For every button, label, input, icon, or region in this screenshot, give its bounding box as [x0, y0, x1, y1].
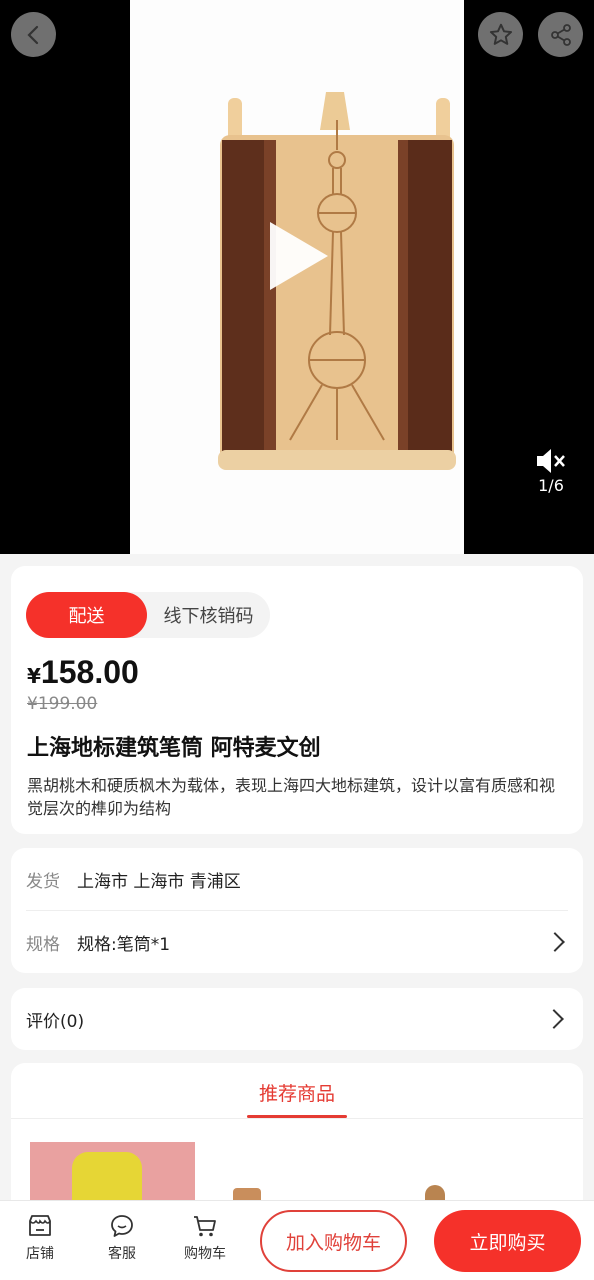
favorite-button[interactable] — [478, 12, 523, 57]
share-button[interactable] — [538, 12, 583, 57]
recommend-title[interactable]: 推荐商品 — [11, 1079, 583, 1106]
ship-value: 上海市 上海市 青浦区 — [77, 871, 241, 892]
info-card: 发货 上海市 上海市 青浦区 规格 规格:笔筒*1 — [11, 848, 583, 973]
tab-offline-code[interactable]: 线下核销码 — [147, 592, 270, 638]
spec-value: 规格:笔筒*1 — [77, 934, 171, 955]
cart-icon — [194, 1216, 216, 1237]
buy-now-button[interactable]: 立即购买 — [434, 1210, 581, 1272]
tab-delivery[interactable]: 配送 — [26, 592, 147, 638]
media-counter: 1/6 — [538, 476, 564, 495]
play-button[interactable] — [270, 222, 328, 290]
shop-label: 店铺 — [26, 1246, 54, 1262]
reviews-label: 评价(0) — [26, 1011, 85, 1032]
spec-row[interactable]: 规格 规格:笔筒*1 — [26, 922, 568, 962]
price-amount: 158.00 — [40, 654, 139, 690]
add-to-cart-button[interactable]: 加入购物车 — [260, 1210, 407, 1272]
product-media[interactable]: 1/6 — [0, 0, 594, 554]
chevron-right-icon — [545, 932, 565, 952]
original-price: ¥199.00 — [27, 694, 98, 714]
service-button[interactable]: 客服 — [92, 1213, 152, 1263]
service-label: 客服 — [108, 1246, 136, 1262]
spec-label: 规格 — [26, 934, 60, 955]
bottom-action-bar: 店铺 客服 购物车 加入购物车 立即购买 — [0, 1200, 594, 1280]
ship-row: 发货 上海市 上海市 青浦区 — [26, 859, 241, 899]
currency-symbol: ¥ — [27, 664, 41, 688]
star-icon — [489, 23, 512, 45]
price: ¥158.00 — [27, 654, 139, 691]
ship-label: 发货 — [26, 871, 60, 892]
recommend-card: 推荐商品 — [11, 1063, 583, 1223]
store-icon — [29, 1215, 51, 1236]
delivery-toggle: 配送 线下核销码 — [26, 592, 270, 638]
back-button[interactable] — [11, 12, 56, 57]
share-icon — [550, 23, 571, 46]
reviews-row: 评价(0) — [26, 999, 84, 1039]
divider — [11, 1118, 583, 1119]
chat-icon — [111, 1215, 133, 1237]
reviews-card[interactable]: 评价(0) — [11, 988, 583, 1050]
divider — [26, 910, 568, 911]
product-title: 上海地标建筑笔筒 阿特麦文创 — [27, 736, 321, 761]
chevron-left-icon — [26, 25, 38, 44]
cart-button[interactable]: 购物车 — [175, 1213, 235, 1263]
mute-icon[interactable] — [534, 446, 566, 476]
product-card: 配送 线下核销码 ¥158.00 ¥199.00 上海地标建筑笔筒 阿特麦文创 … — [11, 566, 583, 834]
product-description: 黑胡桃木和硬质枫木为载体，表现上海四大地标建筑，设计以富有质感和视觉层次的榫卯为… — [27, 776, 556, 818]
chevron-right-icon — [544, 1009, 564, 1029]
cart-label: 购物车 — [184, 1246, 226, 1262]
shop-button[interactable]: 店铺 — [10, 1213, 70, 1263]
